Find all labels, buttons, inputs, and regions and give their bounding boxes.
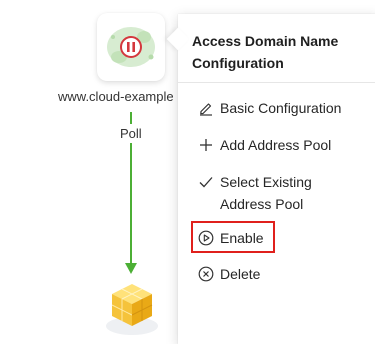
edit-icon (200, 103, 212, 116)
menu-item-label: Add Address Pool (220, 137, 332, 153)
arrow-down-icon (125, 263, 137, 274)
close-circle-icon (198, 266, 214, 282)
menu-item-label: Select Existing Address Pool (220, 174, 312, 212)
pause-icon (107, 27, 155, 67)
check-icon (199, 177, 213, 188)
menu-divider (178, 82, 375, 83)
plus-icon (200, 139, 212, 151)
address-pool-icon[interactable] (102, 280, 162, 337)
menu-item-add-address-pool[interactable]: Add Address Pool (198, 134, 360, 156)
poll-edge-label: Poll (117, 124, 145, 143)
domain-node-label: www.cloud-example (58, 89, 174, 104)
enable-highlight-box (191, 221, 275, 253)
menu-item-label: Delete (220, 266, 261, 282)
menu-item-select-existing-address-pool[interactable]: Select Existing Address Pool (198, 171, 360, 215)
menu-item-delete[interactable]: Delete (198, 263, 360, 285)
menu-item-label: Basic Configuration (220, 100, 342, 116)
menu-title: Access Domain Name Configuration (192, 33, 339, 71)
domain-node-card[interactable] (97, 13, 165, 81)
menu-item-basic-configuration[interactable]: Basic Configuration (198, 97, 360, 119)
